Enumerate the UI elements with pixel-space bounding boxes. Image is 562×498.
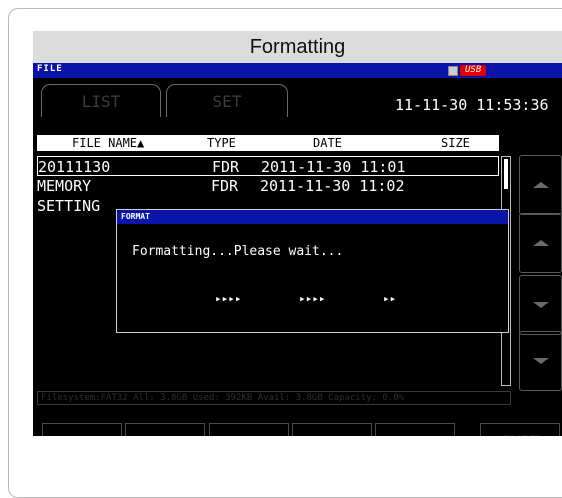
file-date: 2011-11-30 11:02: [260, 177, 405, 195]
usb-label: USB: [460, 65, 487, 76]
title-bar-label: FILE: [37, 64, 63, 74]
file-type: FDR: [212, 158, 240, 176]
page-down-button[interactable]: [519, 331, 562, 391]
format-dialog: FORMAT Formatting...Please wait... ▸▸▸▸ …: [116, 209, 509, 333]
arrow-up-icon: [532, 240, 549, 246]
scroll-down-button[interactable]: [519, 275, 562, 335]
file-list: 20111130 FDR 2011-11-30 11:01 MEMORY FDR…: [37, 156, 499, 216]
column-name[interactable]: FILE NAME▲: [72, 136, 144, 150]
delete-button[interactable]: DELETE: [209, 423, 289, 436]
scroll-up-button[interactable]: [519, 213, 562, 273]
file-row[interactable]: MEMORY FDR 2011-11-30 11:02: [37, 176, 499, 196]
dialog-message: Formatting...Please wait...: [132, 244, 344, 259]
file-type: FDR: [211, 177, 239, 195]
file-name: MEMORY: [37, 177, 92, 195]
file-row[interactable]: 20111130 FDR 2011-11-30 11:01: [37, 156, 499, 176]
file-date: 2011-11-30 11:01: [261, 158, 406, 176]
column-type: TYPE: [207, 136, 236, 150]
progress-arrows: ▸▸▸▸: [299, 292, 326, 305]
column-size: SIZE: [441, 136, 470, 150]
filesystem-status: Filesystem:FAT32 All: 3.8GB Used: 392KB …: [37, 391, 511, 405]
page-heading: Formatting: [33, 31, 562, 63]
format-button[interactable]: FORMAT: [125, 423, 205, 436]
arrow-down-icon: [532, 302, 549, 308]
all-save-button[interactable]: ALL SAVE: [375, 423, 455, 436]
page-up-button[interactable]: [519, 155, 562, 215]
file-table-header: FILE NAME▲ TYPE DATE SIZE: [37, 135, 499, 151]
exit-button[interactable]: EXIT: [480, 423, 560, 436]
arrow-up-icon: [532, 182, 549, 188]
title-bar: FILE USB: [33, 63, 562, 78]
dialog-title: FORMAT: [117, 210, 508, 224]
clock: 11-11-30 11:53:36: [395, 96, 549, 114]
usb-icon: [448, 65, 458, 76]
tab-set[interactable]: SET: [166, 84, 288, 117]
usb-indicator: USB: [448, 65, 487, 76]
folder-button[interactable]: FOLDER: [292, 423, 372, 436]
progress-arrows: ▸▸: [383, 292, 397, 305]
file-name: 20111130: [38, 158, 111, 176]
device-screen: FILE USB LIST SET 11-11-30 11:53:36 FILE…: [33, 63, 562, 436]
arrow-down-icon: [532, 358, 549, 364]
scrollbar-thumb[interactable]: [504, 159, 508, 189]
column-date: DATE: [313, 136, 342, 150]
tab-list[interactable]: LIST: [41, 84, 161, 117]
file-name: SETTING: [37, 197, 101, 215]
option-button[interactable]: << OPTION: [42, 423, 122, 436]
progress-arrows: ▸▸▸▸: [215, 292, 242, 305]
